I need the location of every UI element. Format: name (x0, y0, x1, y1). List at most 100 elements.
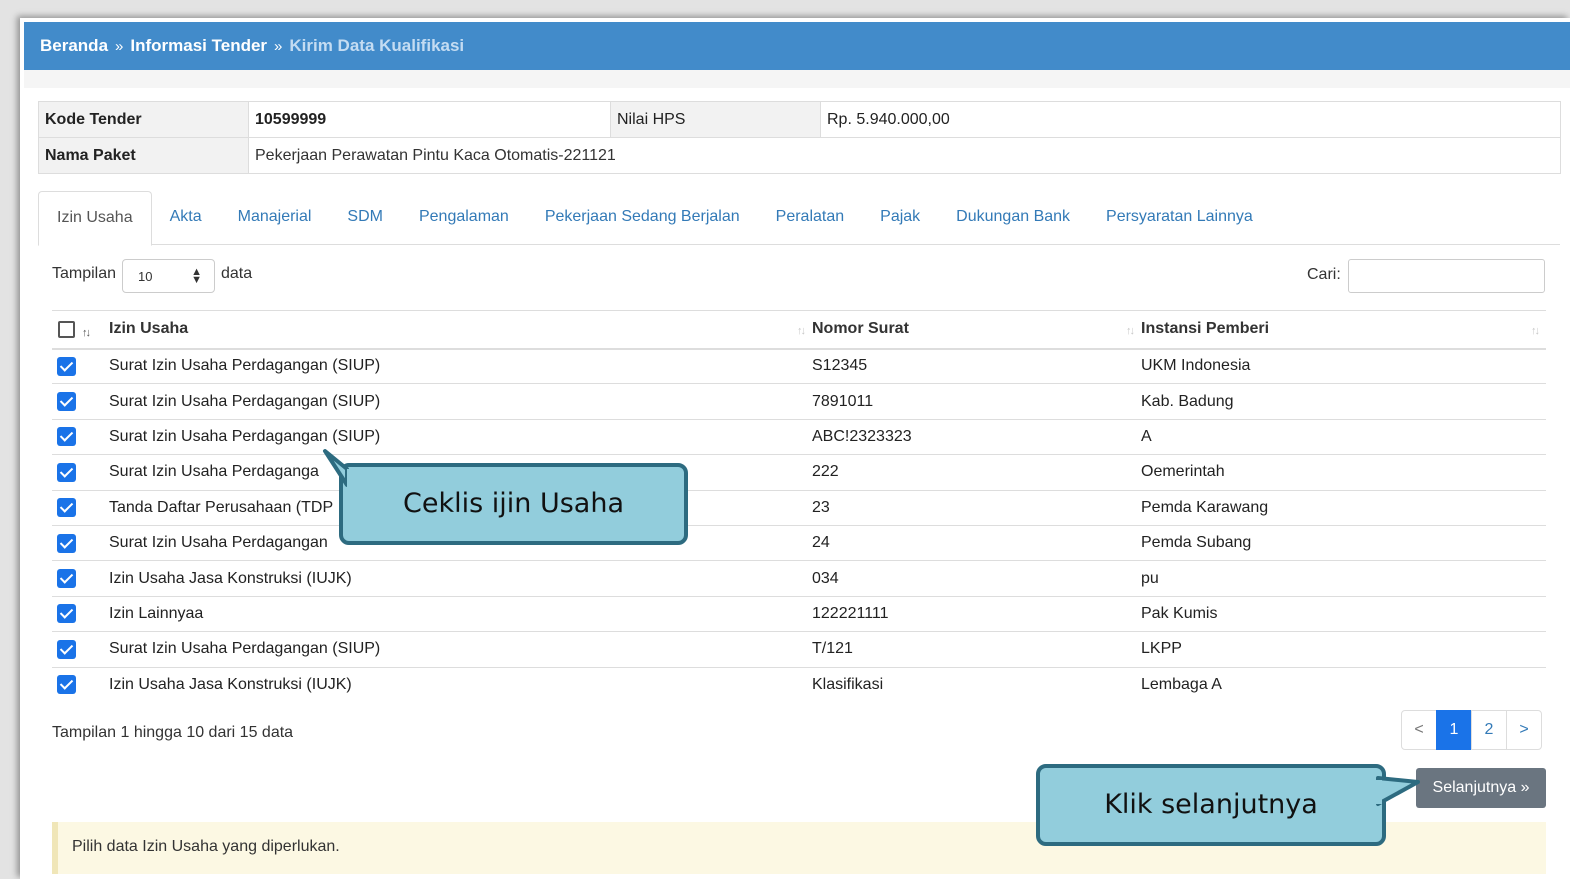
table-row: Surat Izin Usaha Perdagangan (SIUP) T/121… (52, 631, 1546, 668)
cell-nomor: 122221111 (812, 595, 1141, 632)
row-checkbox[interactable] (57, 533, 76, 553)
cell-nomor: 034 (812, 560, 1141, 597)
table-row: Surat Izin Usaha Perdagangan (SIUP) ABC!2… (52, 418, 1546, 455)
callout-ceklis: Ceklis ijin Usaha (323, 449, 688, 545)
select-all-header: ↑↓ (52, 310, 109, 350)
table-row: Tanda Daftar Perusahaan (TDP 23 Pemda Kara… (52, 489, 1546, 526)
header-izin-usaha-label: Izin Usaha (109, 320, 189, 338)
cell-instansi: Pak Kumis (1141, 595, 1546, 632)
table-row: Surat Izin Usaha Perdagangan 24 Pemda Suba… (52, 524, 1546, 561)
page-length-suffix: data (221, 265, 253, 282)
sort-icon: ↑↓ (1126, 325, 1135, 337)
breadcrumb-current: Kirim Data Kualifikasi (289, 36, 465, 55)
sort-icon: ↑↓ (797, 325, 806, 337)
cell-izin: Surat Izin Usaha Perdagangan (SIUP) (109, 418, 812, 455)
cell-izin: Surat Izin Usaha Perdagangan (SIUP) (109, 383, 812, 420)
page-prev-button[interactable]: < (1401, 710, 1437, 750)
tab-bar: Izin Usaha Akta Manajerial SDM Pengalama… (38, 191, 1560, 246)
header-instansi-pemberi[interactable]: Instansi Pemberi ↑↓ (1141, 310, 1546, 350)
cell-nomor: 222 (812, 454, 1141, 491)
row-checkbox[interactable] (57, 356, 76, 376)
header-nomor-surat[interactable]: Nomor Surat ↑↓ (812, 310, 1141, 350)
sort-icon: ↑↓ (1531, 325, 1540, 337)
breadcrumb-info-link[interactable]: Informasi Tender (130, 36, 267, 56)
cell-instansi: Kab. Badung (1141, 383, 1546, 420)
cell-izin: Izin Usaha Jasa Konstruksi (IUJK) (109, 666, 812, 703)
row-checkbox[interactable] (57, 675, 76, 695)
header-izin-usaha[interactable]: Izin Usaha ↑↓ (109, 310, 812, 350)
search-input[interactable] (1348, 259, 1545, 293)
callout-pointer (323, 449, 355, 491)
cell-instansi: LKPP (1141, 631, 1546, 668)
callout-selanjutnya-text: Klik selanjutnya (1104, 789, 1318, 820)
table-info: Tampilan 1 hingga 10 dari 15 data (52, 724, 294, 741)
page-length-value: 10 (138, 269, 153, 284)
tab-akta[interactable]: Akta (152, 191, 220, 245)
tab-sdm[interactable]: SDM (329, 191, 401, 245)
cell-instansi: A (1141, 418, 1546, 455)
cell-nomor: 24 (812, 524, 1141, 561)
cell-nomor: 7891011 (812, 383, 1141, 420)
tab-persyaratan-lainnya[interactable]: Persyaratan Lainnya (1088, 191, 1271, 245)
breadcrumb-home-link[interactable]: Beranda (40, 36, 108, 56)
cell-izin: Izin Usaha Jasa Konstruksi (IUJK) (109, 560, 812, 597)
row-checkbox[interactable] (57, 498, 76, 518)
kode-tender-label: Kode Tender (38, 101, 249, 138)
page-1-button[interactable]: 1 (1436, 710, 1472, 750)
cell-instansi: Pemda Karawang (1141, 489, 1546, 526)
table-body: Surat Izin Usaha Perdagangan (SIUP) S1234… (52, 347, 1546, 703)
row-checkbox[interactable] (57, 604, 76, 624)
tab-pajak[interactable]: Pajak (862, 191, 938, 245)
selanjutnya-button[interactable]: Selanjutnya » (1416, 768, 1546, 808)
row-checkbox[interactable] (57, 639, 76, 659)
table-row: Surat Izin Usaha Perdagangan (SIUP) S1234… (52, 347, 1546, 384)
cell-instansi: pu (1141, 560, 1546, 597)
breadcrumb-separator: » (115, 37, 124, 55)
callout-selanjutnya: Klik selanjutnya (1036, 764, 1420, 846)
cell-izin: Izin Lainnyaa (109, 595, 812, 632)
page-length-label: Tampilan (52, 265, 117, 282)
row-checkbox[interactable] (57, 427, 76, 447)
page-next-button[interactable]: > (1506, 710, 1542, 750)
header-instansi-pemberi-label: Instansi Pemberi (1141, 320, 1270, 338)
callout-ceklis-text: Ceklis ijin Usaha (403, 488, 624, 519)
table-row: Izin Usaha Jasa Konstruksi (IUJK) 034 pu (52, 560, 1546, 597)
row-checkbox[interactable] (57, 392, 76, 412)
tender-info-table: Kode Tender 10599999 Nilai HPS Rp. 5.940… (38, 101, 1561, 174)
tab-manajerial[interactable]: Manajerial (220, 191, 330, 245)
header-nomor-surat-label: Nomor Surat (812, 320, 909, 338)
page-length-select[interactable]: 10 ▲ ▼ (122, 259, 215, 293)
cell-instansi: Oemerintah (1141, 454, 1546, 491)
cell-nomor: Klasifikasi (812, 666, 1141, 703)
row-checkbox[interactable] (57, 462, 76, 482)
table-row: Izin Lainnyaa 122221111 Pak Kumis (52, 595, 1546, 632)
tab-dukungan-bank[interactable]: Dukungan Bank (938, 191, 1088, 245)
cell-nomor: S12345 (812, 347, 1141, 384)
sort-icon[interactable]: ↑↓ (82, 327, 91, 339)
updown-arrow-icon: ▲ ▼ (191, 266, 202, 286)
nama-paket-value: Pekerjaan Perawatan Pintu Kaca Otomatis-… (248, 137, 1561, 174)
cell-izin: Surat Izin Usaha Perdagangan (SIUP) (109, 631, 812, 668)
cell-nomor: ABC!2323323 (812, 418, 1141, 455)
page-2-button[interactable]: 2 (1471, 710, 1507, 750)
nilai-hps-value: Rp. 5.940.000,00 (820, 101, 1561, 138)
tab-pengalaman[interactable]: Pengalaman (401, 191, 527, 245)
breadcrumb: Beranda » Informasi Tender » Kirim Data … (24, 22, 1570, 70)
pagination: < 1 2 > (1401, 710, 1542, 750)
table-row: Surat Izin Usaha Perdagangan (SIUP) 78910… (52, 383, 1546, 420)
cell-izin: Surat Izin Usaha Perdagangan (SIUP) (109, 347, 812, 384)
select-all-checkbox[interactable] (58, 320, 75, 338)
cell-instansi: UKM Indonesia (1141, 347, 1546, 384)
row-checkbox[interactable] (57, 569, 76, 589)
tab-pekerjaan-sedang-berjalan[interactable]: Pekerjaan Sedang Berjalan (527, 191, 758, 245)
tab-izin-usaha[interactable]: Izin Usaha (38, 191, 152, 246)
cell-nomor: 23 (812, 489, 1141, 526)
kode-tender-value: 10599999 (248, 101, 611, 138)
header-band (24, 70, 1570, 88)
alert-text: Pilih data Izin Usaha yang diperlukan. (72, 838, 340, 855)
izin-usaha-table: ↑↓ Izin Usaha ↑↓ Nomor Surat ↑↓ Instansi… (52, 310, 1546, 703)
cell-nomor: T/121 (812, 631, 1141, 668)
table-row: Izin Usaha Jasa Konstruksi (IUJK) Klasifi… (52, 666, 1546, 703)
table-row: Surat Izin Usaha Perdaganga 222 Oemerintah (52, 454, 1546, 491)
tab-peralatan[interactable]: Peralatan (758, 191, 863, 245)
